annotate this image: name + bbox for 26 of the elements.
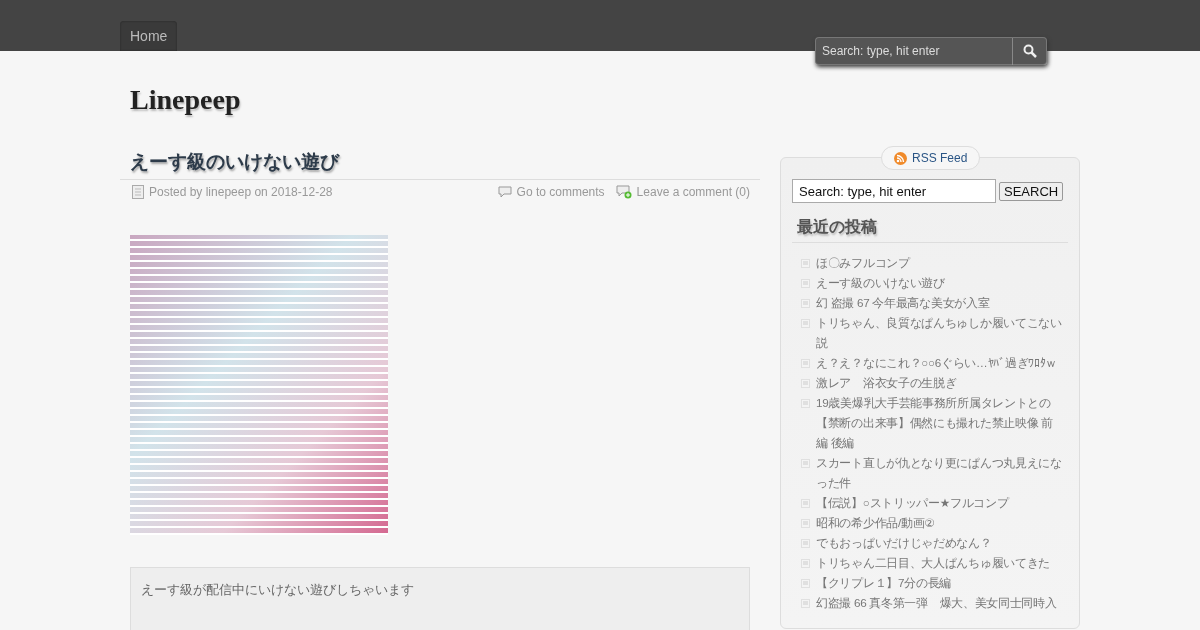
recent-post-link[interactable]: 激レア 浴衣女子の生脱ぎ bbox=[816, 373, 1064, 393]
recent-post-link[interactable]: スカート直しが仇となり更にぱんつ丸見えになった件 bbox=[816, 453, 1064, 493]
nav-tab[interactable]: Home bbox=[120, 21, 178, 51]
recent-post-link[interactable]: 【伝説】○ストリッパー★フルコンプ bbox=[816, 493, 1064, 513]
recent-post-link[interactable]: 19歳美爆乳大手芸能事務所所属タレントとの【禁断の出来事】偶然にも撮れた禁止映像 前編 後編 bbox=[816, 393, 1064, 453]
search-field[interactable]: Search: type, hit enter bbox=[792, 179, 996, 203]
recent-post-link[interactable]: トリちゃん二日目、大人ぱんちゅ履いてきた bbox=[816, 553, 1064, 573]
search-button[interactable]: SEARCH bbox=[999, 181, 1064, 201]
recent-post-link[interactable]: でもおっぱいだけじゃだめなん？ bbox=[816, 533, 1064, 553]
recent-post-link[interactable]: 幻 盗撮 67 今年最高な美女が入室 bbox=[816, 293, 1064, 313]
site-title[interactable]: Linepeep bbox=[130, 51, 241, 133]
leave-comment-link[interactable]: Leave a comment (0) bbox=[636, 185, 750, 199]
go-to-comments-link[interactable]: Go to comments bbox=[516, 185, 605, 199]
recent-post-link[interactable]: えーす級のいけない遊び bbox=[816, 273, 1064, 293]
recent-post-link[interactable]: ほ〇みフルコンプ bbox=[816, 253, 1064, 273]
header-search-field[interactable]: Search: type, hit enter bbox=[815, 37, 1012, 65]
widget-heading: 最近の投稿 bbox=[792, 217, 1068, 243]
post-excerpt: えーす級が配信中にいけない遊びしちゃいます bbox=[141, 581, 415, 599]
recent-post-link[interactable]: 幻盗撮 66 真冬第一弾 爆大、美女同士同時入 bbox=[816, 593, 1064, 613]
recent-post-link[interactable]: トリちゃん、良質なぱんちゅしか履いてこない説 bbox=[816, 313, 1064, 353]
rss-feed-link[interactable]: RSS Feed bbox=[881, 146, 981, 170]
recent-post-link[interactable]: 昭和の希少作品/動画② bbox=[816, 513, 1064, 533]
recent-post-link[interactable]: え？え？なにこれ？○○6ぐらい…ﾔﾊﾞ過ぎﾜﾛﾀｗ bbox=[816, 353, 1064, 373]
post-title[interactable]: えーす級のいけない遊び bbox=[120, 149, 760, 180]
post-byline: Posted by linepeep on 2018-12-28 bbox=[149, 185, 333, 199]
recent-post-link[interactable]: 【クリプレ１】7分の長編 bbox=[816, 573, 1064, 593]
